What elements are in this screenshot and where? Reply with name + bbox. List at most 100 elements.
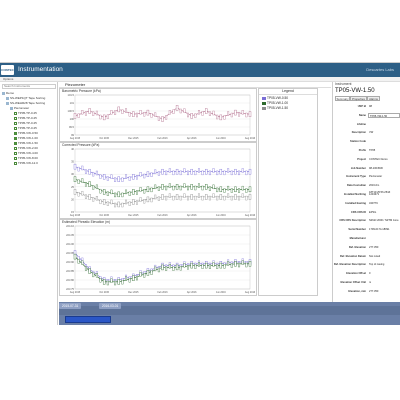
data-point — [241, 185, 244, 191]
checkbox[interactable] — [14, 141, 17, 145]
x-tick-label: Feb 2016 — [157, 214, 168, 217]
data-point — [165, 266, 168, 271]
property-label: Ref. Elevation — [348, 245, 366, 249]
data-point — [81, 190, 84, 196]
data-point — [212, 110, 215, 116]
tree-item[interactable]: TP05-TP-0.25 — [14, 121, 37, 125]
checkbox[interactable] — [14, 136, 17, 140]
data-point — [223, 170, 226, 176]
tree-item[interactable]: TP05-VW-8.00 — [14, 156, 38, 160]
data-point — [161, 194, 164, 200]
tree-item[interactable]: TP05-VW-4.00 — [14, 151, 38, 155]
tree-item[interactable]: Piezometer — [10, 106, 29, 110]
data-point — [132, 199, 135, 205]
tree-item[interactable]: TP05-VW-0.50 — [14, 131, 38, 135]
data-point — [150, 113, 153, 118]
data-point — [121, 202, 124, 208]
x-tick-label: Dec 2015 — [128, 214, 139, 217]
data-point — [168, 193, 171, 198]
tree-item[interactable]: TP05-VW-1.50 — [14, 141, 38, 145]
data-point — [194, 185, 197, 191]
checkbox[interactable] — [14, 111, 17, 115]
tree-item[interactable]: TP05-TP-0.25 — [14, 116, 37, 120]
tree-item[interactable]: TP05-VW-12.0 — [14, 161, 38, 165]
property-value[interactable]: TP05-VW-1.50 — [368, 112, 400, 118]
data-point — [187, 265, 189, 270]
data-point — [248, 168, 252, 175]
data-point — [183, 193, 186, 198]
legend-item[interactable]: TP05-VW-1.50 — [262, 106, 288, 110]
checkbox[interactable] — [14, 131, 17, 135]
data-point — [230, 263, 233, 268]
property-label: Lifeline — [356, 122, 366, 126]
data-point — [139, 197, 142, 202]
data-point — [234, 168, 237, 175]
tree-item[interactable]: SS-WEHR28 Tape Sorting — [6, 101, 45, 105]
data-point — [81, 260, 84, 265]
data-point — [99, 199, 102, 205]
tree-item[interactable]: TP05-TP-0.25 — [14, 111, 37, 115]
data-point — [143, 112, 146, 117]
legend-item[interactable]: TP05-VW-0.50 — [262, 96, 288, 100]
checkbox[interactable] — [14, 156, 17, 160]
data-point — [212, 184, 215, 190]
timeline-start-label: 2015-07-31 — [59, 303, 82, 309]
search-input[interactable]: Search Instruments — [2, 84, 56, 89]
plot-corrected[interactable]: Corrected Pressure (kPa) 40 35 30 25 20 15 Aug… — [59, 142, 257, 219]
property-label: Elevation, mm — [348, 289, 366, 293]
data-point — [179, 195, 182, 201]
tab-alarms[interactable]: Alarms — [367, 96, 380, 101]
user-menu[interactable]: Descartes Labs — [366, 66, 394, 74]
data-point — [205, 108, 208, 114]
phreatic-chart[interactable]: 224.10 224.05 224.00 223.95 223.90 223.85 223.… — [60, 220, 256, 295]
tab-summary[interactable]: Summary — [335, 96, 350, 101]
data-point — [121, 279, 124, 285]
data-point — [190, 194, 193, 200]
data-point — [241, 193, 244, 198]
tree-item[interactable]: SS-WEP1QT Tape Sorting — [6, 96, 45, 100]
instrument-sidebar: Search Instruments Demo SS-WEP1QT Tape So… — [0, 82, 58, 325]
data-point — [238, 170, 241, 176]
checkbox[interactable] — [14, 146, 17, 150]
property-label: Ref. Elevation Datum — [340, 254, 366, 258]
plot-barometric[interactable]: Barometric Pressure (kPa) 101.5 101 100.5 1… — [59, 88, 257, 142]
x-tick-label: Apr 2016 — [187, 291, 197, 294]
tree-item[interactable]: TP05-TP-0.25 — [14, 126, 37, 130]
property-row: Project CONTEC Demo — [333, 156, 400, 163]
checkbox[interactable] — [14, 151, 17, 155]
data-point — [227, 168, 230, 173]
barometric-chart[interactable]: 101.5101100.510099.599Aug 2015 Oct 2015 De… — [60, 89, 256, 141]
property-value: 1709-0174-18091 — [369, 228, 390, 232]
data-point — [165, 115, 168, 120]
checkbox[interactable] — [14, 126, 17, 130]
folder-icon — [6, 96, 9, 100]
data-point — [197, 183, 200, 188]
data-point — [175, 184, 179, 190]
tree-item[interactable]: Demo — [2, 91, 14, 95]
y-tick-label: 101 — [70, 101, 75, 105]
data-point — [150, 187, 153, 193]
data-point — [190, 113, 193, 119]
tree-item-label: TP05-VW-0.50 — [18, 131, 38, 135]
plot-phreatic[interactable]: Estimated Phreatic Elevation (m) 224.10 2… — [59, 219, 257, 296]
timeline-bar: 2015-07-31 2016-03-01 — [59, 302, 400, 325]
data-point — [234, 194, 237, 200]
legend-item[interactable]: TP05-VW-1.00 — [262, 101, 288, 105]
property-row: Instrument Type Piezometer — [333, 173, 400, 180]
data-point — [106, 176, 109, 181]
checkbox[interactable] — [14, 116, 17, 120]
data-point — [157, 267, 160, 273]
data-point — [143, 173, 146, 179]
data-point — [150, 270, 153, 275]
tree-item[interactable]: TP05-VW-2.00 — [14, 146, 38, 150]
tab-properties[interactable]: Properties — [350, 96, 367, 101]
data-point — [179, 265, 182, 271]
checkbox[interactable] — [14, 121, 17, 125]
data-point — [81, 165, 84, 171]
property-label: Elevation Offset Unit — [340, 281, 366, 284]
timeline-range-handle[interactable] — [65, 316, 111, 323]
tree-item[interactable]: TP05-VW-1.00 — [14, 136, 38, 140]
checkbox[interactable] — [14, 161, 17, 165]
corrected-chart[interactable]: 403530252015Aug 2015 Oct 2015 Dec 2015 Feb … — [60, 143, 256, 218]
data-point — [95, 110, 98, 116]
